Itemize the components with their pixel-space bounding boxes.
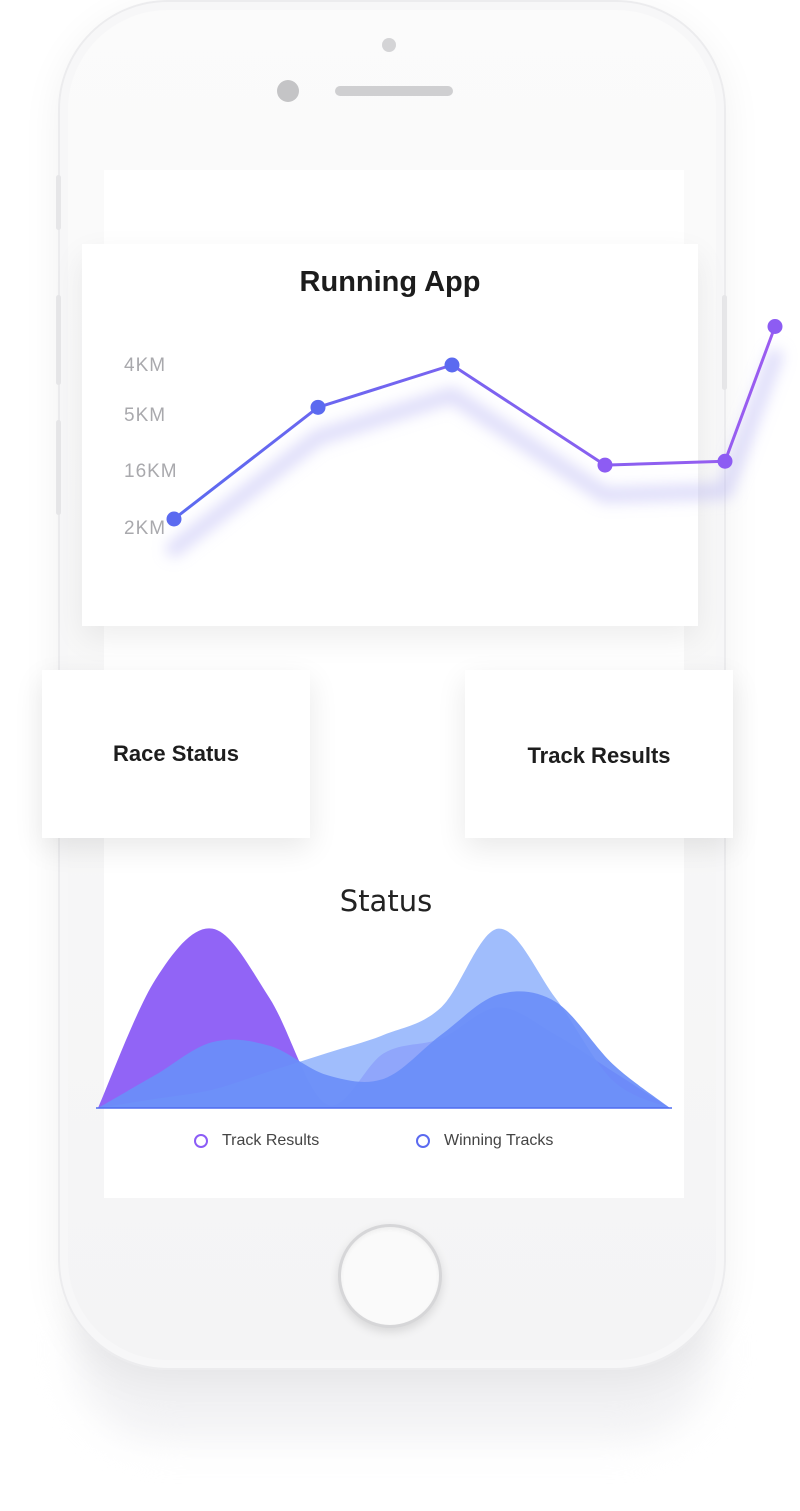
legend-label: Track Results	[222, 1132, 320, 1149]
legend-marker-icon	[194, 1134, 208, 1148]
legend-item-winning-tracks[interactable]: Winning Tracks	[416, 1132, 553, 1150]
legend-label: Winning Tracks	[444, 1132, 554, 1149]
legend-marker-icon	[416, 1134, 430, 1148]
legend-item-track-results[interactable]: Track Results	[194, 1132, 319, 1150]
home-button[interactable]	[338, 1224, 442, 1328]
